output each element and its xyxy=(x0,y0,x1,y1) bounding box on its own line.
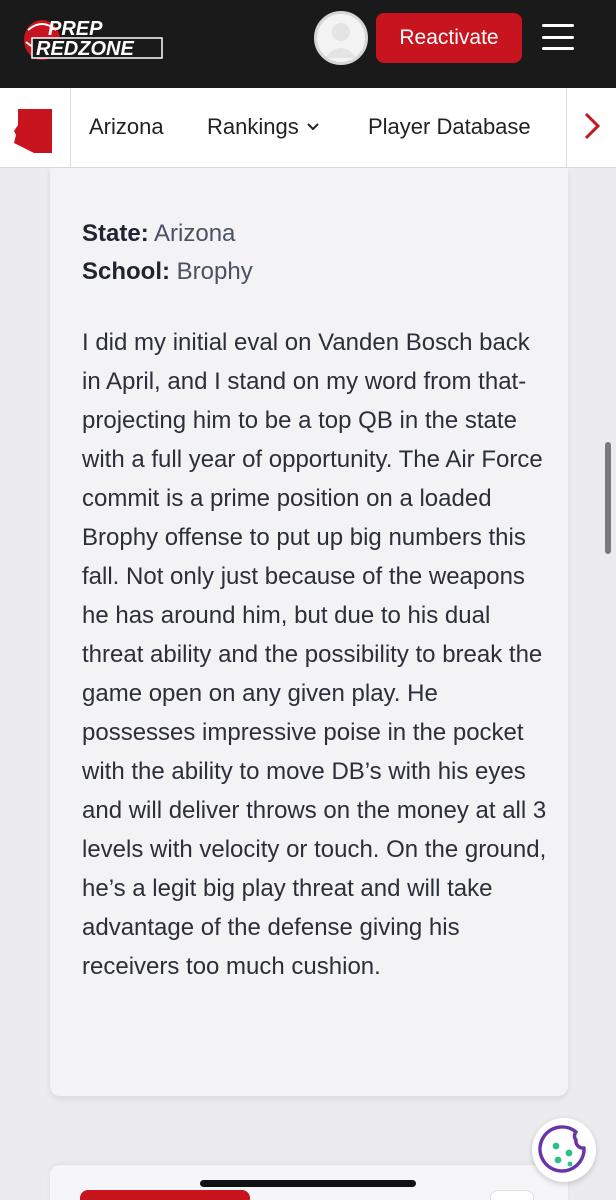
chevron-down-icon xyxy=(307,123,319,131)
reactivate-button[interactable]: Reactivate xyxy=(376,13,522,63)
school-value: Brophy xyxy=(176,258,253,285)
nav-item-player-database[interactable]: Player Database xyxy=(368,114,531,140)
next-card-header xyxy=(80,1190,250,1200)
state-nav: Arizona Rankings Player Database xyxy=(0,88,616,168)
chevron-right-icon[interactable] xyxy=(580,108,604,144)
scrollbar[interactable] xyxy=(605,442,611,554)
next-card-badge xyxy=(490,1190,534,1200)
avatar[interactable] xyxy=(314,11,368,65)
cookie-icon xyxy=(538,1125,586,1173)
state-label: State: xyxy=(82,220,149,247)
arizona-state-icon[interactable] xyxy=(12,105,56,155)
prep-redzone-logo[interactable]: PREP REDZONE xyxy=(22,14,167,62)
top-header: PREP REDZONE Reactivate xyxy=(0,0,616,88)
nav-item-rankings-label: Rankings xyxy=(207,114,299,139)
hamburger-icon[interactable] xyxy=(542,24,574,50)
nav-item-rankings[interactable]: Rankings xyxy=(207,114,319,140)
avatar-icon xyxy=(325,23,357,58)
school-label: School: xyxy=(82,258,170,285)
nav-divider xyxy=(70,88,71,168)
school-row: School: Brophy xyxy=(82,258,253,286)
nav-divider xyxy=(566,88,567,168)
logo-bottom-text: REDZONE xyxy=(36,38,134,60)
cookie-button[interactable] xyxy=(532,1118,596,1182)
evaluation-text: I did my initial eval on Vanden Bosch ba… xyxy=(82,329,547,980)
state-value: Arizona xyxy=(154,220,236,247)
home-indicator xyxy=(200,1180,416,1187)
logo-top-text: PREP xyxy=(48,18,103,40)
state-row: State: Arizona xyxy=(82,220,235,248)
evaluation-card: State: Arizona School: Brophy I did my i… xyxy=(50,168,568,1096)
nav-item-arizona[interactable]: Arizona xyxy=(89,114,164,140)
